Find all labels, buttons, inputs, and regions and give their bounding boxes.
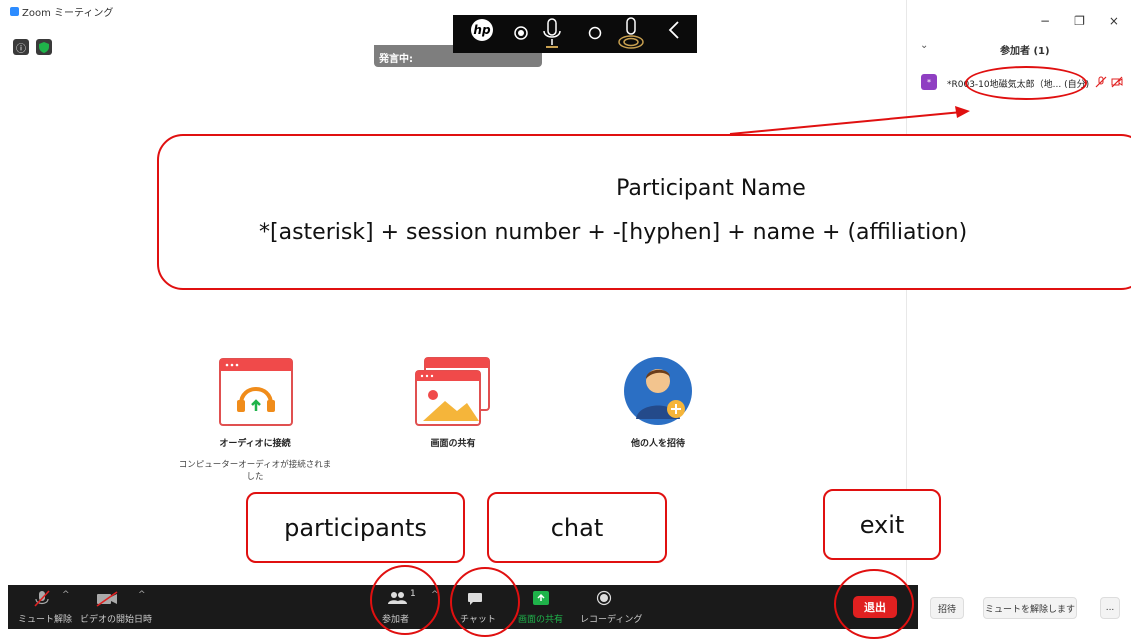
more-options-button[interactable]: ... [1100, 597, 1120, 619]
info-icon[interactable]: ⓘ [13, 39, 29, 55]
app-title-text: Zoom ミーティング [22, 8, 114, 19]
start-video-label: ビデオの開始日時 [80, 615, 153, 625]
unmute-all-button[interactable]: ミュートを解除します [983, 597, 1077, 619]
record-icon [596, 590, 612, 606]
window-controls: − ❐ × [1040, 14, 1119, 28]
zoom-logo-icon [10, 7, 19, 16]
mic-muted-icon [34, 590, 50, 607]
connect-audio-status: コンピューターオーディオが接続されました [178, 460, 332, 482]
participants-button-highlight [370, 565, 440, 635]
chat-annotation: chat [487, 492, 667, 563]
invite-person-icon [624, 357, 692, 425]
invite-others-tile[interactable] [622, 355, 694, 431]
record-button[interactable]: レコーディング [576, 587, 642, 627]
participants-annotation: participants [246, 492, 465, 563]
maximize-button[interactable]: ❐ [1074, 14, 1085, 28]
participant-name-callout: Participant Name *[asterisk] + session n… [157, 134, 1131, 290]
unmute-label: ミュート解除 [18, 615, 73, 625]
record-dot-icon[interactable] [513, 25, 529, 41]
speaking-label: 発言中: [379, 54, 413, 65]
headphones-icon [219, 358, 293, 426]
chevron-left-icon[interactable] [667, 20, 681, 40]
avatar: * [921, 74, 937, 90]
exit-annotation: exit [823, 489, 941, 560]
chevron-up-icon[interactable]: ^ [138, 590, 146, 600]
mic-wave-icon[interactable] [617, 16, 645, 52]
participant-name-highlight [965, 66, 1087, 100]
unmute-button[interactable]: ^ ミュート解除 [16, 587, 73, 627]
app-title: Zoom ミーティング [10, 4, 113, 19]
hp-toolbar: hp [453, 15, 697, 53]
start-video-button[interactable]: ^ ビデオの開始日時 [78, 587, 158, 627]
share-screen-icon [415, 357, 490, 426]
share-screen-tile[interactable] [415, 357, 491, 431]
circle-icon[interactable] [588, 26, 602, 40]
mic-icon[interactable] [541, 17, 563, 51]
minimize-button[interactable]: − [1040, 14, 1050, 28]
share-screen-label: 画面の共有 [518, 615, 564, 625]
callout-title: Participant Name [616, 176, 806, 201]
invite-others-label: 他の人を招待 [630, 439, 685, 449]
chat-button-highlight [450, 567, 520, 637]
share-screen-button[interactable]: 画面の共有 [516, 587, 566, 627]
record-label: レコーディング [580, 615, 643, 625]
chevron-down-icon[interactable]: ⌄ [920, 40, 928, 51]
connect-audio-tile[interactable] [219, 358, 293, 430]
connect-audio-label: オーディオに接続 [219, 439, 291, 449]
video-off-icon [1111, 76, 1123, 88]
callout-description: *[asterisk] + session number + -[hyphen]… [259, 220, 968, 245]
close-button[interactable]: × [1109, 14, 1119, 28]
mic-muted-icon [1095, 76, 1107, 88]
share-screen-label: 画面の共有 [430, 439, 476, 449]
invite-button[interactable]: 招待 [930, 597, 964, 619]
share-screen-icon [533, 591, 549, 605]
shield-icon[interactable] [36, 39, 52, 55]
hp-logo: hp [471, 19, 493, 41]
chevron-up-icon[interactable]: ^ [62, 590, 70, 600]
panel-title: 参加者 (1) [1000, 46, 1050, 57]
video-off-icon [96, 591, 118, 607]
